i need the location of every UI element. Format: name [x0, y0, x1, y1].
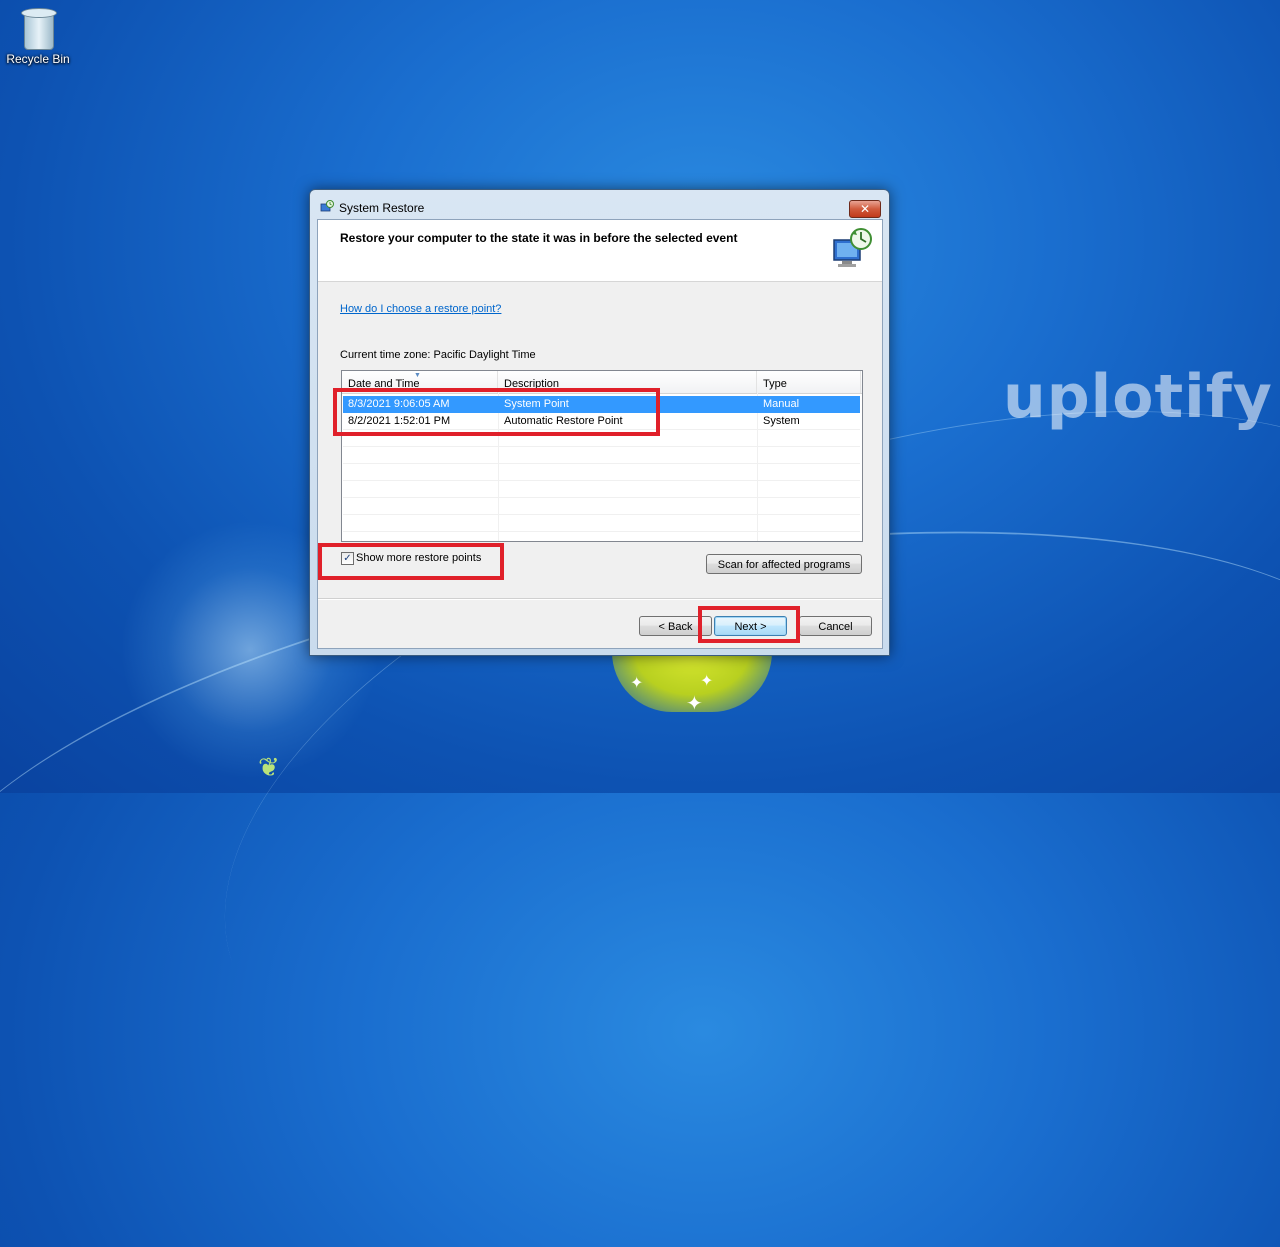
desktop-icon-label: Recycle Bin: [6, 52, 70, 66]
close-button[interactable]: ✕: [849, 200, 881, 218]
recycle-bin-icon: [20, 6, 57, 50]
annotation-box-restore-points: [333, 388, 660, 436]
column-header-type[interactable]: Type: [757, 371, 861, 393]
wallpaper-sprout: ❦: [258, 752, 280, 782]
wizard-header: Restore your computer to the state it wa…: [318, 220, 882, 282]
system-restore-large-icon: [833, 228, 872, 267]
grid-line: [343, 480, 860, 481]
grid-line: [343, 497, 860, 498]
system-restore-icon: [320, 200, 334, 212]
window-title: System Restore: [339, 201, 425, 215]
wizard-title: Restore your computer to the state it wa…: [340, 231, 738, 245]
annotation-box-show-more: [318, 543, 504, 580]
cell-type: Manual: [763, 398, 800, 410]
grid-line: [343, 531, 860, 532]
cancel-button[interactable]: Cancel: [799, 616, 872, 636]
help-link[interactable]: How do I choose a restore point?: [340, 303, 501, 315]
wallpaper-flower: ✦: [686, 693, 703, 715]
annotation-box-next: [698, 606, 800, 643]
cell-type: System: [763, 415, 800, 427]
grid-line: [343, 463, 860, 464]
grid-line: [343, 514, 860, 515]
wallpaper-flower: ✦: [630, 675, 644, 692]
grid-line: [343, 446, 860, 447]
wallpaper-flower: ✦: [700, 673, 714, 690]
watermark: uplotify: [1003, 362, 1273, 432]
scan-affected-programs-button[interactable]: Scan for affected programs: [706, 554, 862, 574]
timezone-label: Current time zone: Pacific Daylight Time: [340, 349, 536, 361]
sort-ascending-icon: ▼: [414, 372, 421, 379]
desktop-icon-recycle-bin[interactable]: Recycle Bin: [4, 6, 72, 66]
title-bar[interactable]: System Restore ✕: [310, 190, 889, 219]
footer-separator: [318, 598, 882, 600]
